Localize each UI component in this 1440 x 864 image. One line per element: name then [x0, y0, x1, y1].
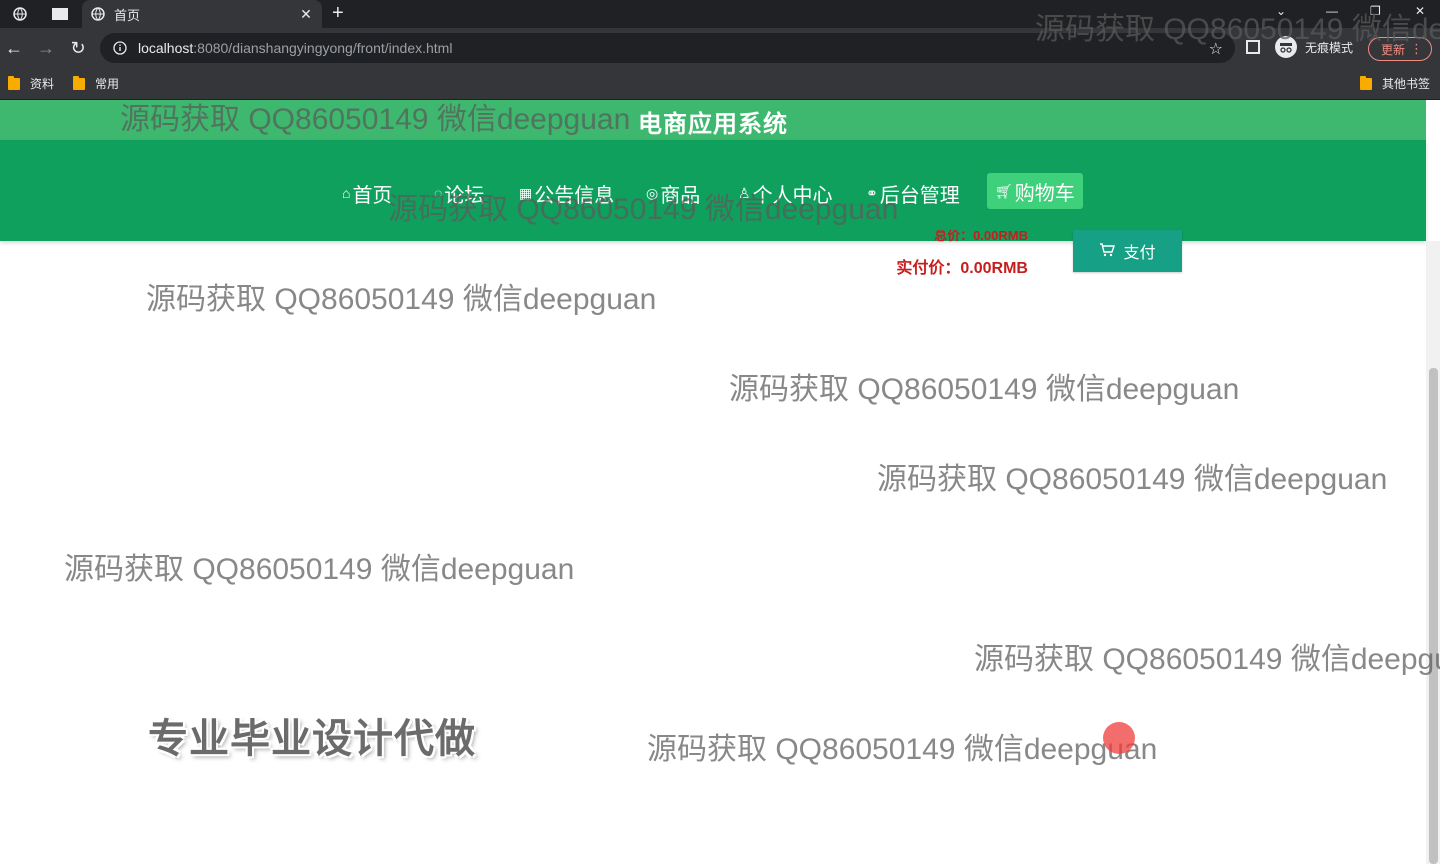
- watermark: 源码获取 QQ86050149 微信deepguan: [877, 463, 1388, 496]
- tab-title: 首页: [114, 7, 141, 23]
- bookmark-label: 资料: [30, 77, 55, 91]
- tab-group-icon[interactable]: [50, 4, 70, 24]
- watermark: 源码获取 QQ86050149 微信deepguan: [974, 643, 1440, 676]
- pay-button[interactable]: 支付: [1073, 230, 1182, 272]
- folder-icon: [8, 75, 20, 90]
- watermark: 源码获取 QQ86050149 微信deepguan: [388, 193, 899, 226]
- home-icon: ⌂: [342, 185, 351, 201]
- cart-totals: 总价：0.00RMB 实付价：0.00RMB: [896, 230, 1028, 278]
- nav-label: 首页: [352, 184, 393, 207]
- cart-icon: 🛒︎: [995, 182, 1013, 199]
- nav-label: 购物车: [1014, 182, 1075, 205]
- globe-icon[interactable]: [10, 4, 30, 24]
- new-tab-icon[interactable]: +: [332, 2, 344, 25]
- bookmark-label: 常用: [95, 77, 120, 91]
- bookmark-folder-ziliao[interactable]: 资料: [8, 75, 54, 92]
- bookmark-folder-other[interactable]: 其他书签: [1360, 75, 1430, 92]
- browser-tab[interactable]: 首页 ✕: [82, 0, 322, 28]
- nav-item-home[interactable]: ⌂ 首页: [342, 178, 392, 208]
- promo-text: 专业毕业设计代做: [148, 717, 476, 761]
- watermark: 源码获取 QQ86050149 微信deepguan: [146, 283, 657, 316]
- url-text: localhost:8080/dianshangyingyong/front/i…: [138, 40, 453, 56]
- watermark: 源码获取 QQ86050149 微信deepguan: [729, 373, 1240, 406]
- scrollbar-thumb[interactable]: [1429, 368, 1438, 864]
- watermark: 源码获取 QQ86050149 微信deepguan: [1035, 13, 1440, 46]
- nav-item-cart[interactable]: 🛒︎ 购物车: [987, 173, 1083, 209]
- watermark: 源码获取 QQ86050149 微信deepguan: [64, 553, 575, 586]
- folder-icon: [73, 75, 85, 90]
- actual-price: 实付价：0.00RMB: [896, 260, 1028, 277]
- cursor-highlight: [1103, 722, 1135, 754]
- total-price: 总价：0.00RMB: [934, 230, 1028, 242]
- tab-close-icon[interactable]: ✕: [296, 6, 316, 23]
- bookmark-label: 其他书签: [1382, 77, 1431, 91]
- info-icon[interactable]: [112, 40, 128, 56]
- reload-icon[interactable]: ↻: [66, 36, 90, 60]
- forward-icon[interactable]: →: [34, 36, 58, 60]
- bookmark-folder-changyong[interactable]: 常用: [73, 75, 119, 92]
- watermark: 源码获取 QQ86050149 微信deepguan: [120, 103, 631, 136]
- globe-icon: [90, 6, 106, 22]
- pay-label: 支付: [1123, 245, 1156, 262]
- cart-icon: [1099, 242, 1116, 260]
- folder-icon: [1360, 75, 1372, 90]
- watermark: 源码获取 QQ86050149 微信deepguan: [647, 733, 1158, 766]
- back-icon[interactable]: ←: [2, 36, 26, 60]
